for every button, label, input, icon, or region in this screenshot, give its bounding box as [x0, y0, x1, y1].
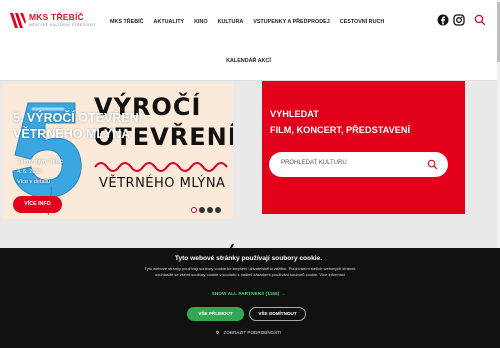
slide-title-line2[interactable]: VĚTRNÉHO MLÝNA	[13, 127, 130, 141]
search-icon[interactable]	[474, 14, 486, 26]
page: MKS TŘEBÍČ MĚSTSKÉ KULTURNÍ STŘEDISKO MK…	[0, 0, 500, 348]
search-icon[interactable]	[427, 159, 438, 170]
nav-item-vstupenky[interactable]: Vstupenky a předprodej	[253, 16, 329, 28]
search-placeholder: PROHLEDAT KULTURU	[281, 160, 347, 166]
show-details-link[interactable]: ✲ ZOBRAZIT PODROBNOSTI	[0, 330, 497, 336]
accept-all-button[interactable]: VŠE PŘIJMOUT	[187, 307, 244, 321]
reject-all-button[interactable]: VŠE ODMÍTNOUT	[249, 307, 306, 321]
cookie-consent-bar: Tyto webové stránky používají soubory co…	[0, 248, 500, 348]
nav-item-kalendar-label[interactable]: Kalendář akcí	[226, 58, 271, 64]
show-details-label[interactable]: ZOBRAZIT PODROBNOSTI	[224, 330, 282, 335]
search-panel: VYHLEDAT FILM, KONCERT, PŘEDSTAVENÍ PROH…	[262, 81, 465, 214]
cookie-title: Tyto webové stránky používají soubory co…	[174, 255, 323, 262]
logo-subtitle: MĚSTSKÉ KULTURNÍ STŘEDISKO	[29, 23, 96, 27]
facebook-icon[interactable]	[437, 14, 449, 26]
poster-line3: VĚTRNÉHO MLÝNA	[99, 176, 226, 191]
nav-item-kino[interactable]: Kino	[194, 16, 207, 28]
nav-item-mks-trebic[interactable]: MKS Třebíč	[110, 16, 144, 28]
slider-dot-3[interactable]	[207, 207, 213, 213]
nav-item-cestovni-ruch[interactable]: Cestovní ruch	[340, 16, 385, 28]
more-info-button[interactable]: VÍCE INFO	[13, 196, 62, 213]
show-partners-link[interactable]: SHOW ALL PARTNERS (1166) →	[0, 292, 497, 297]
nav-item-aktuality[interactable]: Aktuality	[154, 16, 185, 28]
slider-dot-4[interactable]	[215, 207, 221, 213]
logo-mark-icon	[10, 13, 26, 28]
slider-dot-2[interactable]	[199, 207, 205, 213]
slide-title-line1[interactable]: 5. VÝROČÍ OTEVŘENÍ	[13, 111, 142, 125]
slide-detail-note: Více v detailu	[17, 179, 51, 185]
poster-waves-graphic	[94, 162, 228, 172]
slider-dots	[191, 207, 223, 213]
culture-search-input[interactable]: PROHLEDAT KULTURU	[269, 152, 448, 177]
nav-item-kalendar-akci[interactable]: Kalendář akcí	[0, 56, 497, 66]
cookie-description: Tyto webové stránky používají soubory co…	[144, 266, 356, 277]
slide-venue: Větrný mlýn Třebíč	[17, 159, 64, 165]
logo-name: MKS TŘEBÍČ	[29, 12, 84, 22]
search-heading-line1: VYHLEDAT	[270, 109, 319, 119]
gear-icon: ✲	[215, 330, 220, 335]
slide-date: 4. 6. 2026	[17, 169, 42, 175]
hero-slider[interactable]: VÝROČÍ OTEVŘENÍ VĚTRNÉHO MLÝNA 5. VÝROČÍ…	[3, 83, 233, 219]
slider-dot-1[interactable]	[191, 207, 197, 213]
nav-item-kultura[interactable]: Kultura	[218, 16, 244, 28]
search-heading-line2: FILM, KONCERT, PŘEDSTAVENÍ	[270, 125, 411, 135]
instagram-icon[interactable]	[453, 14, 465, 26]
site-header: MKS TŘEBÍČ MĚSTSKÉ KULTURNÍ STŘEDISKO MK…	[0, 0, 497, 81]
site-logo[interactable]: MKS TŘEBÍČ MĚSTSKÉ KULTURNÍ STŘEDISKO	[9, 10, 95, 32]
main-nav: MKS Třebíč Aktuality Kino Kultura Vstupe…	[110, 16, 394, 28]
